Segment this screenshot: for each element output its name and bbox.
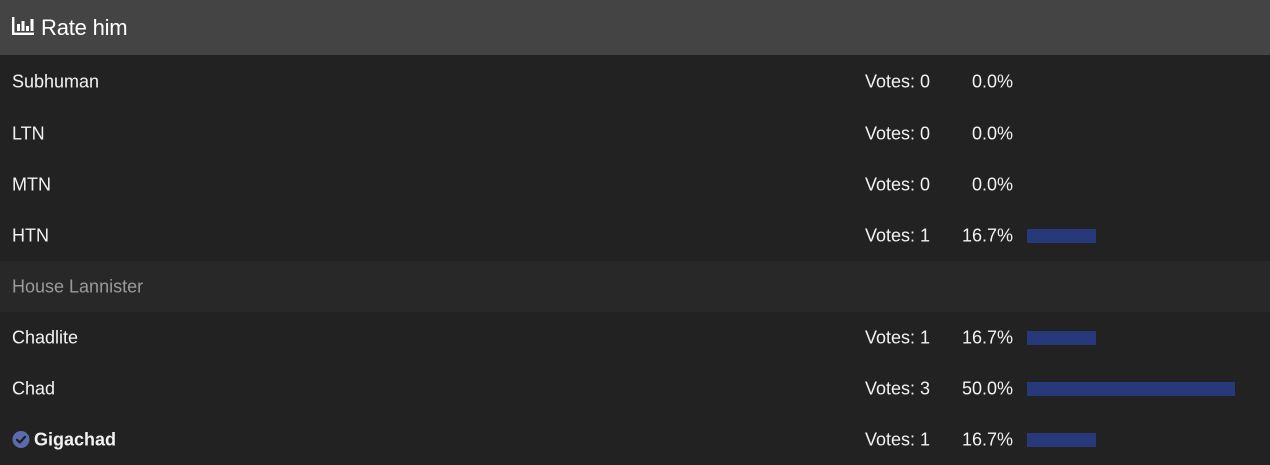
- option-percent: 16.7%: [961, 327, 1013, 347]
- option-label: Chadlite: [12, 327, 79, 347]
- option-label: House Lannister: [12, 276, 144, 296]
- option-percent: 0.0%: [971, 174, 1013, 194]
- check-circle-icon: [12, 431, 30, 448]
- poll-title: Rate him: [41, 14, 128, 40]
- option-votes: Votes: 1: [865, 327, 931, 347]
- poll-option-subhuman[interactable]: Subhuman Votes: 0 0.0%: [0, 55, 1270, 108]
- option-label-selected: Gigachad: [12, 429, 116, 450]
- option-label-text: Gigachad: [34, 429, 117, 449]
- poll-option-mtn[interactable]: MTN Votes: 0 0.0%: [0, 159, 1270, 210]
- option-label: LTN: [12, 123, 45, 143]
- option-votes: Votes: 1: [865, 225, 931, 245]
- option-percent: 0.0%: [971, 123, 1013, 143]
- poll-widget: Rate him Subhuman Votes: 0 0.0% LTN Vote…: [0, 0, 1270, 465]
- option-votes: Votes: 0: [865, 71, 931, 91]
- option-label: Chad: [12, 378, 56, 398]
- bar-chart-icon: [12, 16, 34, 35]
- option-percent: 50.0%: [961, 378, 1013, 398]
- option-label: Subhuman: [12, 71, 100, 91]
- poll-header: Rate him: [0, 0, 1270, 55]
- option-percent: 16.7%: [961, 225, 1013, 245]
- poll-option-ltn[interactable]: LTN Votes: 0 0.0%: [0, 108, 1270, 159]
- option-result-bar: [1027, 330, 1096, 345]
- option-label: MTN: [12, 174, 51, 194]
- poll-option-htn[interactable]: HTN Votes: 1 16.7%: [0, 210, 1270, 261]
- option-percent: 0.0%: [971, 71, 1013, 91]
- poll-option-gigachad[interactable]: Gigachad Votes: 1 16.7%: [0, 414, 1270, 465]
- option-percent: 16.7%: [961, 429, 1013, 449]
- option-votes: Votes: 0: [865, 174, 931, 194]
- option-votes: Votes: 3: [865, 378, 931, 398]
- option-votes: Votes: 1: [865, 429, 931, 449]
- poll-option-house-lannister: House Lannister: [0, 261, 1270, 312]
- poll-option-chad[interactable]: Chad Votes: 3 50.0%: [0, 363, 1270, 414]
- option-result-bar: [1027, 228, 1096, 243]
- option-votes: Votes: 0: [865, 123, 931, 143]
- poll-option-chadlite[interactable]: Chadlite Votes: 1 16.7%: [0, 312, 1270, 363]
- option-result-bar: [1027, 432, 1096, 447]
- option-result-bar: [1027, 381, 1235, 396]
- option-label: HTN: [12, 225, 49, 245]
